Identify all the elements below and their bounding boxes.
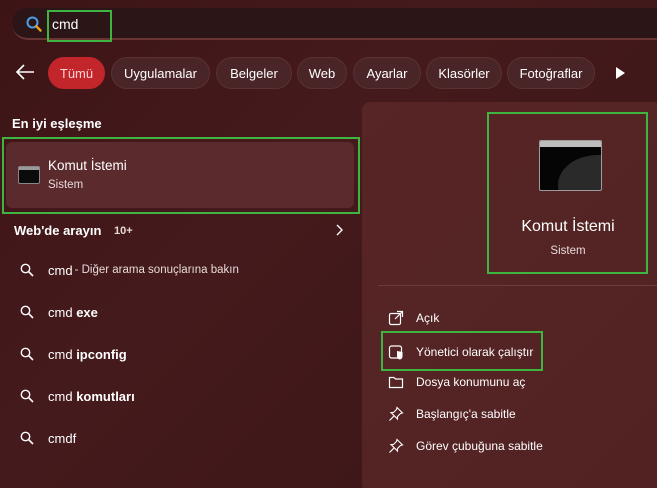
chevron-right-icon[interactable] [334,223,344,237]
best-match-result[interactable]: Komut İstemi Sistem [6,142,354,208]
pin-to-taskbar-action[interactable]: Görev çubuğuna sabitle [388,436,543,456]
search-icon [20,305,34,319]
filter-chip-apps[interactable]: Uygulamalar [111,57,210,89]
web-suggestion[interactable]: cmd exe [20,302,98,322]
folder-icon [388,376,404,389]
filter-bar: Tümü Uygulamalar Belgeler Web Ayarlar Kl… [0,56,657,90]
filter-chip-folders[interactable]: Klasörler [426,57,502,89]
filter-chip-photos[interactable]: Fotoğraflar [507,57,595,89]
web-suggestion[interactable]: cmdf [20,428,76,448]
command-prompt-icon [539,140,602,191]
scroll-right-icon[interactable] [614,66,626,80]
web-suggestion-query: cmd exe [48,304,98,320]
open-file-location-action[interactable]: Dosya konumunu aç [388,372,525,392]
detail-panel [362,102,657,488]
pin-icon [389,438,404,453]
open-action-label: Açık [416,311,440,325]
web-suggestion-query: cmd ipconfig [48,346,127,362]
web-search-heading: Web'de arayın [14,223,102,238]
open-external-icon [388,310,404,326]
open-file-location-label: Dosya konumunu aç [416,375,526,389]
search-icon [20,347,34,361]
divider [378,285,657,286]
best-match-title: Komut İstemi [48,158,127,173]
filter-chip-all[interactable]: Tümü [48,57,105,89]
filter-chip-web[interactable]: Web [297,57,347,89]
search-bar[interactable]: cmd [12,8,657,40]
command-prompt-icon [18,166,40,184]
filter-chip-documents[interactable]: Belgeler [216,57,292,89]
web-suggestion[interactable]: cmd - Diğer arama sonuçlarına bakın [20,260,239,280]
run-as-admin-label: Yönetici olarak çalıştır [416,345,534,359]
shield-admin-icon [388,345,403,360]
run-as-admin-action[interactable]: Yönetici olarak çalıştır [388,342,533,362]
web-suggestion-query: cmd [48,262,73,278]
pin-to-start-action[interactable]: Başlangıç'a sabitle [388,404,516,424]
search-icon [26,16,42,32]
web-suggestion-query: cmd komutları [48,388,135,404]
filter-chip-settings[interactable]: Ayarlar [353,57,421,89]
search-input[interactable]: cmd [52,16,78,32]
search-icon [20,389,34,403]
search-icon [20,431,34,445]
back-arrow-icon[interactable] [14,62,36,82]
best-match-heading: En iyi eşleşme [12,116,102,131]
web-suggestion-hint: - Diğer arama sonuçlarına bakın [74,264,239,276]
web-suggestion-query: cmdf [48,430,77,446]
web-suggestion[interactable]: cmd komutları [20,386,135,406]
detail-title: Komut İstemi [521,218,615,235]
pin-to-taskbar-label: Görev çubuğuna sabitle [416,439,543,453]
web-suggestion[interactable]: cmd ipconfig [20,344,127,364]
web-results-count: 10+ [114,225,133,237]
open-action[interactable]: Açık [388,308,439,328]
pin-icon [389,406,404,421]
detail-subtitle: Sistem [550,245,586,257]
pin-to-start-label: Başlangıç'a sabitle [416,407,516,421]
search-icon [20,263,34,277]
best-match-subtitle: Sistem [48,179,84,191]
